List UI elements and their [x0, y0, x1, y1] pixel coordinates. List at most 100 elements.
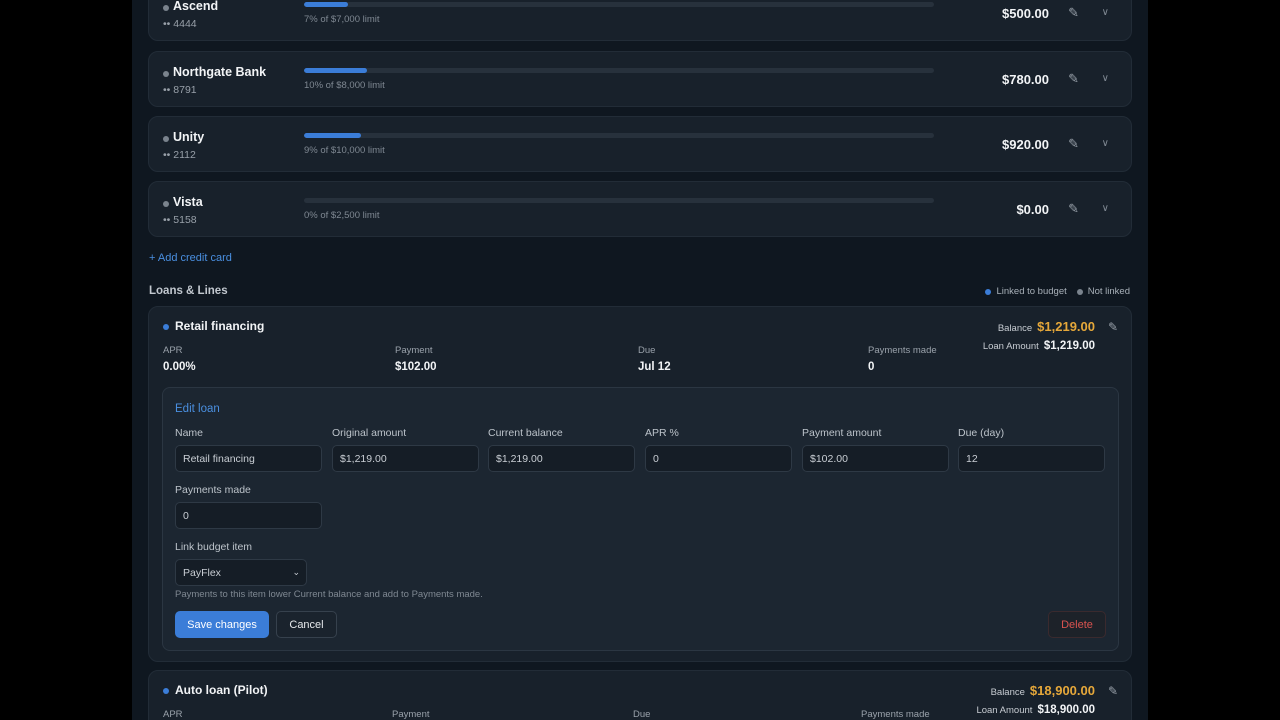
loan-amount-value: $1,219.00: [1043, 340, 1095, 352]
card-name: Unity: [173, 130, 205, 144]
stat-label: Payment: [395, 345, 433, 356]
loan-amount-label: Loan Amount: [976, 705, 1033, 716]
field-label: Payment amount: [802, 427, 882, 439]
not-linked-dot: [163, 201, 169, 207]
limit-text: 7% of $7,000 limit: [304, 14, 380, 25]
stat-payment: Payment: [392, 709, 430, 720]
legend: Linked to budget Not linked: [985, 286, 1130, 297]
apr-field[interactable]: 0: [645, 445, 792, 472]
chevron-down-icon: ⌄: [292, 567, 300, 577]
pencil-icon[interactable]: ✎: [1068, 71, 1079, 87]
pencil-icon[interactable]: ✎: [1068, 136, 1079, 152]
credit-card-row[interactable]: Unity •• 2112 9% of $10,000 limit $920.0…: [148, 116, 1132, 172]
card-mask: •• 5158: [163, 214, 197, 226]
not-linked-dot: [163, 5, 169, 11]
stat-label: Due: [633, 709, 651, 720]
field-label: Due (day): [958, 427, 1005, 439]
chevron-down-icon[interactable]: ∨: [1102, 203, 1109, 214]
utilization-fill: [304, 133, 361, 138]
utilization-fill: [304, 2, 349, 7]
stat-value: Jul 12: [638, 361, 671, 373]
name-field[interactable]: Retail financing: [175, 445, 322, 472]
stat-value: $102.00: [395, 361, 437, 373]
pencil-icon[interactable]: ✎: [1108, 684, 1118, 698]
due-day-field-group: Due (day) 12: [958, 427, 1105, 472]
card-balance: $920.00: [1002, 137, 1049, 152]
stat-label: Payments made: [861, 709, 930, 720]
loans-section-title: Loans & Lines: [149, 285, 228, 297]
add-credit-card-link[interactable]: + Add credit card: [149, 252, 232, 264]
stat-label: Payments made: [868, 345, 937, 356]
stat-label: Payment: [392, 709, 430, 720]
balance-line: Balance $18,900.00: [991, 683, 1095, 698]
link-budget-selected[interactable]: PayFlex: [175, 559, 307, 586]
due-day-field[interactable]: 12: [958, 445, 1105, 472]
link-budget-group: Link budget item PayFlex ⌄: [175, 541, 307, 586]
pencil-icon[interactable]: ✎: [1068, 5, 1079, 21]
credit-card-row[interactable]: Ascend •• 4444 7% of $7,000 limit $500.0…: [148, 0, 1132, 41]
pencil-icon[interactable]: ✎: [1108, 320, 1118, 334]
linked-dot: [163, 324, 169, 330]
original-amount-field[interactable]: $1,219.00: [332, 445, 479, 472]
stat-apr: APR: [163, 709, 183, 720]
payments-made-field[interactable]: 0: [175, 502, 322, 529]
stat-label: APR: [163, 345, 183, 356]
limit-text: 10% of $8,000 limit: [304, 80, 385, 91]
card-mask: •• 4444: [163, 18, 197, 30]
utilization-bar: [304, 198, 934, 203]
not-linked-dot: [163, 136, 169, 142]
link-budget-hint: Payments to this item lower Current bala…: [175, 589, 483, 600]
limit-text: 9% of $10,000 limit: [304, 145, 385, 156]
pencil-icon[interactable]: ✎: [1068, 201, 1079, 217]
field-label: Original amount: [332, 427, 407, 439]
utilization-bar: [304, 133, 934, 138]
current-balance-field[interactable]: $1,219.00: [488, 445, 635, 472]
chevron-down-icon[interactable]: ∨: [1102, 7, 1109, 18]
loan-card: Auto loan (Pilot) Balance $18,900.00 ✎ L…: [148, 670, 1132, 720]
card-name: Ascend: [173, 0, 219, 13]
stat-payment: Payment $102.00: [395, 345, 437, 373]
balance-label: Balance: [990, 687, 1025, 698]
card-name: Northgate Bank: [173, 65, 267, 79]
legend-not-linked-label: Not linked: [1087, 286, 1130, 297]
limit-text: 0% of $2,500 limit: [304, 210, 380, 221]
legend-linked: Linked to budget: [985, 286, 1067, 297]
loan-amount-label: Loan Amount: [982, 341, 1039, 352]
chevron-down-icon[interactable]: ∨: [1102, 73, 1109, 84]
card-mask: •• 8791: [163, 84, 197, 96]
field-label: APR %: [645, 427, 679, 439]
card-balance: $0.00: [1016, 202, 1049, 217]
cancel-button[interactable]: Cancel: [276, 611, 337, 638]
stat-label: APR: [163, 709, 183, 720]
credit-card-row[interactable]: Northgate Bank •• 8791 10% of $8,000 lim…: [148, 51, 1132, 107]
balance-value: $18,900.00: [1029, 683, 1095, 698]
apr-field-group: APR % 0: [645, 427, 792, 472]
utilization-bar: [304, 2, 934, 7]
save-changes-button[interactable]: Save changes: [175, 611, 269, 638]
chevron-down-icon[interactable]: ∨: [1102, 138, 1109, 149]
payment-amount-field-group: Payment amount $102.00: [802, 427, 949, 472]
field-label: Payments made: [175, 484, 251, 496]
loan-amount-value: $18,900.00: [1037, 704, 1095, 716]
original-amount-field-group: Original amount $1,219.00: [332, 427, 479, 472]
link-budget-select[interactable]: PayFlex ⌄: [175, 559, 307, 586]
card-balance: $500.00: [1002, 6, 1049, 21]
card-mask: •• 2112: [163, 149, 196, 161]
card-balance: $780.00: [1002, 72, 1049, 87]
loan-amount-line: Loan Amount $1,219.00: [983, 340, 1095, 352]
payment-amount-field[interactable]: $102.00: [802, 445, 949, 472]
name-field-group: Name Retail financing: [175, 427, 322, 472]
loan-name: Retail financing: [175, 319, 265, 333]
stat-due: Due: [633, 709, 650, 720]
loan-card: Retail financing Balance $1,219.00 ✎ Loa…: [148, 306, 1132, 662]
payments-made-field-group: Payments made 0: [175, 484, 322, 529]
legend-not-linked: Not linked: [1076, 286, 1130, 297]
edit-loan-panel: Edit loan Name Retail financing Original…: [162, 387, 1119, 651]
stat-payments-made: Payments made 0: [868, 345, 937, 373]
delete-button[interactable]: Delete: [1048, 611, 1106, 638]
linked-dot: [985, 288, 992, 295]
credit-card-row[interactable]: Vista •• 5158 0% of $2,500 limit $0.00 ✎…: [148, 181, 1132, 237]
balance-label: Balance: [997, 323, 1033, 334]
field-label: Name: [175, 427, 204, 439]
stat-value: 0.00%: [163, 361, 196, 373]
